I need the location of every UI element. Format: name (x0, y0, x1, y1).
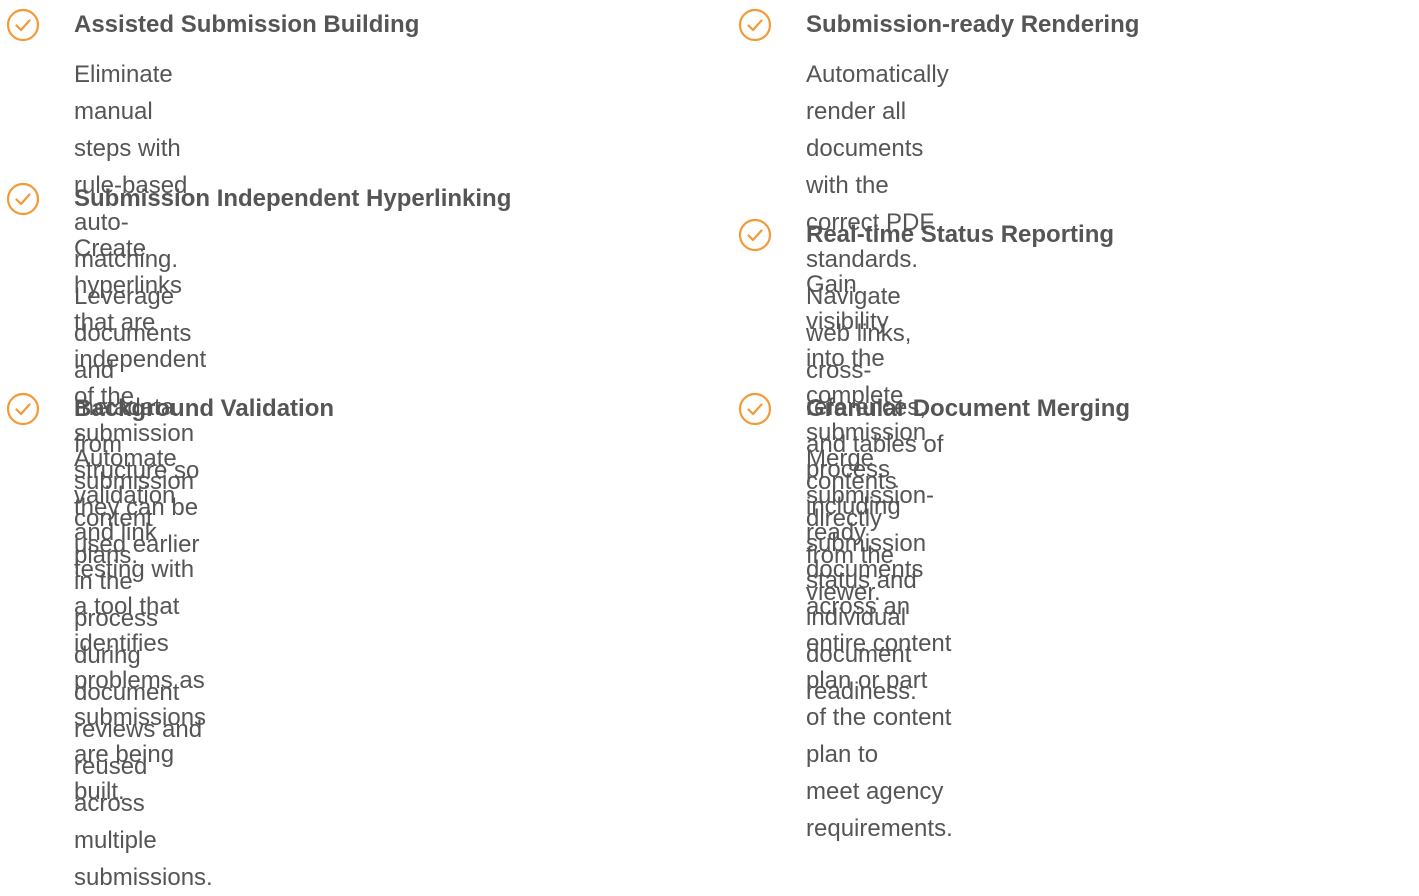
feature-title: Real-time Status Reporting (806, 221, 1115, 248)
feature-description: Merge submission-ready documents across … (806, 445, 953, 842)
check-circle-icon (6, 8, 40, 42)
check-circle-icon (738, 218, 772, 252)
check-circle-icon (6, 182, 40, 216)
feature-title: Submission-ready Rendering (806, 11, 1140, 38)
feature-title: Background Validation (74, 395, 335, 422)
feature-title: Submission Independent Hyperlinking (74, 185, 512, 212)
check-circle-icon (738, 392, 772, 426)
check-circle-icon (738, 8, 772, 42)
feature-description: Automate validation and link testing wit… (74, 445, 207, 805)
feature-title: Granular Document Merging (806, 395, 1131, 422)
feature-title: Assisted Submission Building (74, 11, 420, 38)
check-circle-icon (6, 392, 40, 426)
feature-list: Assisted Submission Building Eliminate m… (0, 0, 1419, 891)
